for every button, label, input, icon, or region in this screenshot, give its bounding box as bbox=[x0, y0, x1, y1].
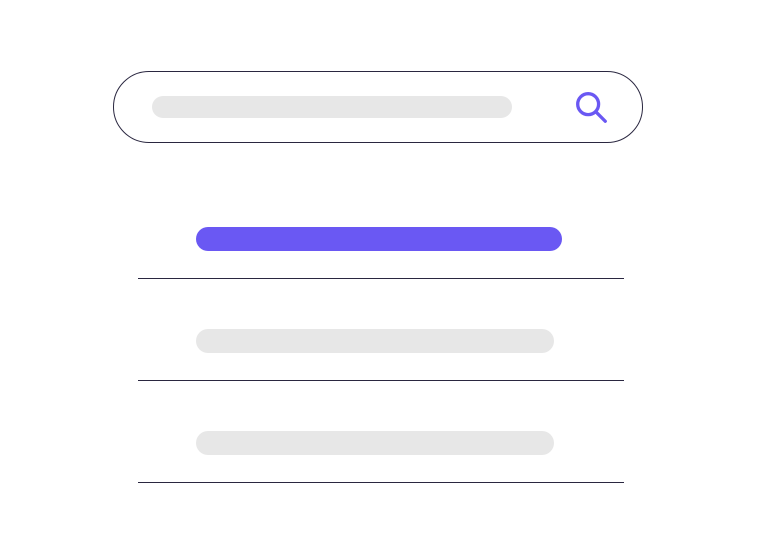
search-button[interactable] bbox=[572, 88, 610, 126]
result-item[interactable] bbox=[138, 329, 624, 381]
result-item[interactable] bbox=[138, 431, 624, 483]
results-list bbox=[138, 227, 624, 483]
search-bar[interactable] bbox=[113, 71, 643, 143]
result-item[interactable] bbox=[138, 227, 624, 279]
result-title-placeholder bbox=[196, 227, 562, 251]
search-icon bbox=[572, 88, 610, 126]
result-title-placeholder bbox=[196, 329, 554, 353]
result-title-placeholder bbox=[196, 431, 554, 455]
search-input[interactable] bbox=[152, 96, 512, 118]
